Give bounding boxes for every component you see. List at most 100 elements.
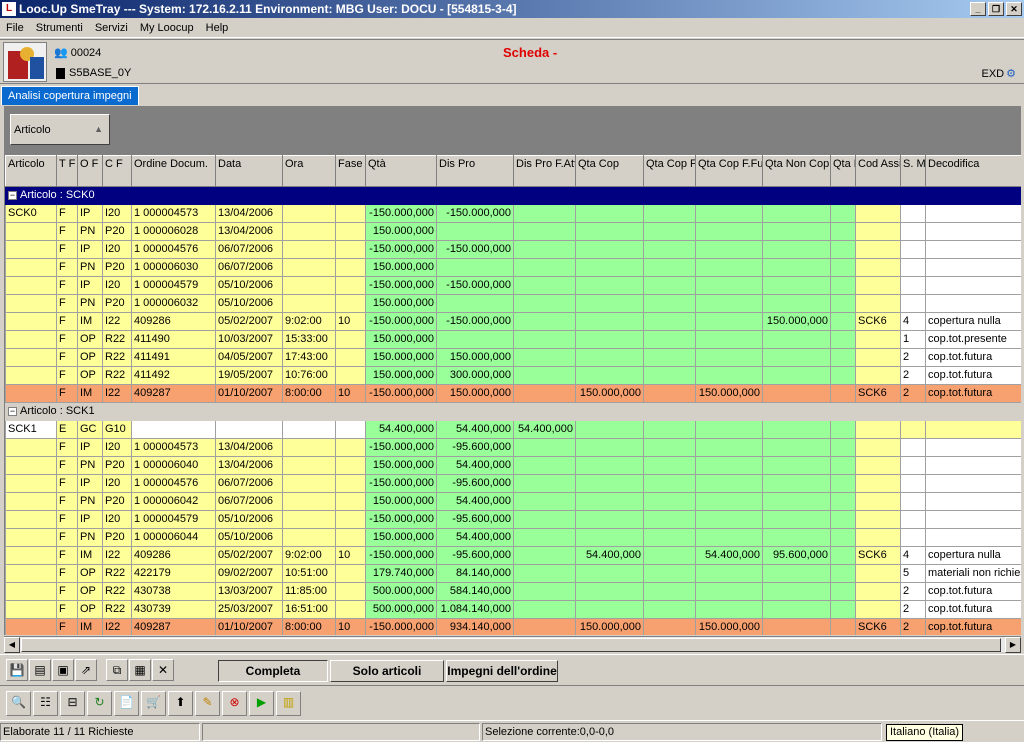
table-cell[interactable]: 54.400,000 (575, 546, 644, 565)
table-cell[interactable]: PN (77, 456, 103, 475)
table-cell[interactable]: F (56, 294, 78, 313)
column-header[interactable]: Qta Cop F.Fut (695, 155, 763, 187)
table-row[interactable]: F IP I20 1 000004579 05/10/2006 -150.000,000-… (5, 276, 1021, 295)
table-cell[interactable]: 409286 (131, 546, 216, 565)
table-cell[interactable] (335, 222, 366, 241)
table-cell[interactable]: 54.400,000 (436, 456, 514, 475)
table-cell[interactable]: copertura nulla (925, 546, 1021, 565)
table-cell[interactable]: R22 (102, 600, 132, 619)
table-cell[interactable]: 1 000004573 (131, 438, 216, 457)
table-cell[interactable]: 4 (900, 312, 926, 331)
table-cell[interactable] (855, 582, 901, 601)
table-cell[interactable]: 150.000,000 (365, 330, 437, 349)
table-cell[interactable]: F (56, 240, 78, 259)
table-cell[interactable]: F (56, 438, 78, 457)
table-cell[interactable]: 54.400,000 (365, 420, 437, 439)
table-cell[interactable] (282, 294, 336, 313)
table-cell[interactable]: F (56, 600, 78, 619)
table-cell[interactable]: G10 (102, 420, 132, 439)
table-cell[interactable] (575, 564, 644, 583)
table-row[interactable]: F OP R22 430738 13/03/2007 11:85:00 500.000,00… (5, 582, 1021, 601)
table-cell[interactable] (643, 492, 696, 511)
table-cell[interactable]: F (56, 222, 78, 241)
table-cell[interactable] (436, 294, 514, 313)
table-cell[interactable] (5, 474, 57, 493)
table-cell[interactable] (282, 420, 336, 439)
table-cell[interactable] (762, 348, 831, 367)
table-cell[interactable] (925, 294, 1021, 313)
table-cell[interactable]: F (56, 528, 78, 547)
table-cell[interactable] (335, 330, 366, 349)
table-cell[interactable] (513, 366, 576, 385)
table-cell[interactable] (5, 546, 57, 565)
table-cell[interactable] (575, 492, 644, 511)
table-cell[interactable]: 500.000,000 (365, 600, 437, 619)
table-cell[interactable] (900, 294, 926, 313)
table-cell[interactable]: 430738 (131, 582, 216, 601)
table-cell[interactable]: 411492 (131, 366, 216, 385)
menu-my-loocup[interactable]: My Loocup (134, 22, 200, 34)
table-cell[interactable]: OP (77, 330, 103, 349)
table-cell[interactable] (925, 438, 1021, 457)
collapse-icon[interactable]: − (8, 406, 17, 416)
table-cell[interactable] (513, 330, 576, 349)
table-cell[interactable] (5, 294, 57, 313)
table-cell[interactable]: P20 (102, 492, 132, 511)
column-header[interactable]: C F (102, 155, 132, 187)
table-cell[interactable] (855, 204, 901, 223)
table-cell[interactable]: F (56, 366, 78, 385)
table-cell[interactable]: 1 000004579 (131, 276, 216, 295)
table-cell[interactable]: I22 (102, 312, 132, 331)
table-cell[interactable] (643, 528, 696, 547)
table-cell[interactable]: copertura nulla (925, 312, 1021, 331)
table-cell[interactable]: P20 (102, 528, 132, 547)
table-cell[interactable]: 1 000004576 (131, 240, 216, 259)
table-cell[interactable] (282, 222, 336, 241)
table-cell[interactable] (695, 600, 763, 619)
table-cell[interactable] (855, 294, 901, 313)
table-cell[interactable] (575, 312, 644, 331)
table-cell[interactable] (900, 258, 926, 277)
table-cell[interactable] (643, 222, 696, 241)
table-cell[interactable] (855, 366, 901, 385)
scroll-right-icon[interactable]: ▶ (1005, 637, 1021, 653)
column-header[interactable]: Qta Non Cop (762, 155, 831, 187)
table-cell[interactable]: IM (77, 312, 103, 331)
table-cell[interactable]: F (56, 618, 78, 635)
table-cell[interactable] (762, 618, 831, 635)
table-cell[interactable]: 150.000,000 (365, 348, 437, 367)
table-cell[interactable] (925, 510, 1021, 529)
columns-icon[interactable]: ▥ (276, 691, 301, 716)
table-cell[interactable] (925, 528, 1021, 547)
table-row[interactable]: SCK1 E GC G10 54.400,000 54.400,000 54.400,000 (5, 420, 1021, 439)
table-cell[interactable]: 1 000006028 (131, 222, 216, 241)
table-cell[interactable]: 10:76:00 (282, 366, 336, 385)
collapse-icon[interactable]: − (8, 190, 17, 200)
table-cell[interactable] (5, 348, 57, 367)
table-cell[interactable] (5, 492, 57, 511)
table-cell[interactable] (282, 240, 336, 259)
table-cell[interactable] (335, 438, 366, 457)
table-cell[interactable] (5, 456, 57, 475)
table-cell[interactable]: F (56, 546, 78, 565)
table-row[interactable]: F IP I20 1 000004573 13/04/2006 -150.000,000-… (5, 438, 1021, 457)
table-cell[interactable] (436, 222, 514, 241)
table-cell[interactable]: SCK6 (855, 384, 901, 403)
table-cell[interactable]: 1 000006030 (131, 258, 216, 277)
table-cell[interactable] (762, 366, 831, 385)
table-cell[interactable]: 05/10/2006 (215, 276, 283, 295)
table-cell[interactable]: I20 (102, 474, 132, 493)
table-cell[interactable]: 150.000,000 (575, 384, 644, 403)
table-cell[interactable] (855, 222, 901, 241)
table-cell[interactable] (513, 474, 576, 493)
cancel-icon[interactable]: ✕ (152, 659, 174, 681)
table-cell[interactable]: 8:00:00 (282, 618, 336, 635)
table-cell[interactable] (830, 240, 856, 259)
table-cell[interactable]: 1 000006032 (131, 294, 216, 313)
table-cell[interactable] (695, 474, 763, 493)
column-header[interactable]: Data (215, 155, 283, 187)
table-cell[interactable] (513, 276, 576, 295)
table-cell[interactable]: 422179 (131, 564, 216, 583)
table-cell[interactable] (925, 204, 1021, 223)
upload-icon[interactable]: ⬆ (168, 691, 193, 716)
